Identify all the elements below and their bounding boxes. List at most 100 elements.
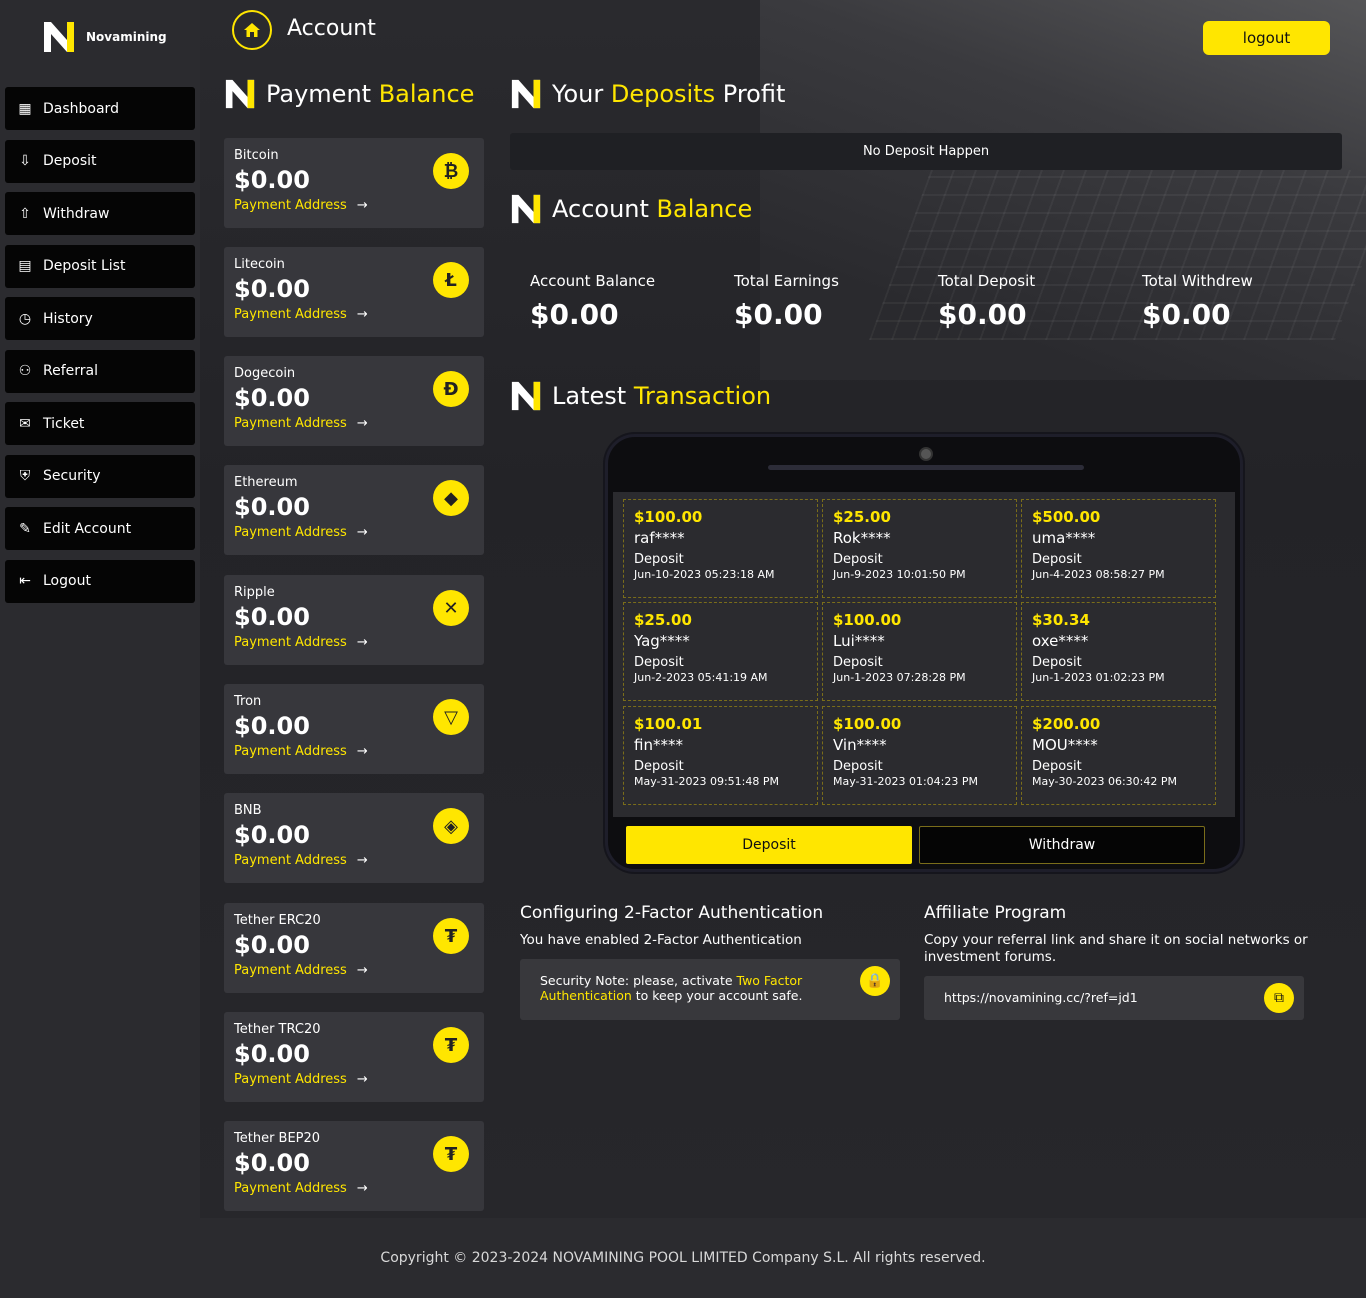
sidebar-item-security[interactable]: ⛨ Security: [5, 454, 195, 498]
tx-amount: $500.00: [1032, 508, 1101, 526]
tx-amount: $100.01: [634, 715, 703, 733]
payment-address-link[interactable]: Payment Address →: [234, 635, 474, 650]
title-highlight: Balance: [656, 195, 753, 223]
payment-address-link[interactable]: Payment Address →: [234, 744, 474, 759]
title-highlight: Deposits: [610, 80, 716, 108]
sidebar-item-referral[interactable]: ⚇ Referral: [5, 349, 195, 393]
sidebar-item-label: Security: [43, 468, 101, 484]
copyright-text: Copyright © 2023-2024 NOVAMINING POOL LI…: [380, 1250, 986, 1266]
payment-address-link[interactable]: Payment Address →: [234, 525, 474, 540]
payment-address-link[interactable]: Payment Address →: [234, 198, 474, 213]
stat-total-earnings: Total Earnings $0.00: [734, 272, 839, 331]
sidebar-item-deposit-list[interactable]: ▤ Deposit List: [5, 244, 195, 288]
sidebar-item-logout[interactable]: ⇤ Logout: [5, 559, 195, 603]
stat-value: $0.00: [938, 298, 1027, 331]
sidebar: Novamining ▦ Dashboard ⇩ Deposit ⇧ Withd…: [0, 0, 200, 1218]
sidebar-item-label: Ticket: [43, 415, 85, 432]
stat-value: $0.00: [1142, 298, 1231, 331]
coin-card-bnb: BNB $0.00 Payment Address → ◈: [224, 793, 484, 883]
copy-icon[interactable]: ⧉: [1264, 983, 1294, 1013]
bitcoin-icon: ₿: [433, 153, 469, 189]
coin-card-ripple: Ripple $0.00 Payment Address → ✕: [224, 575, 484, 665]
coin-card-bitcoin: Bitcoin $0.00 Payment Address → ₿: [224, 138, 484, 228]
payment-address-link[interactable]: Payment Address →: [234, 307, 474, 322]
title-highlight: Balance: [378, 80, 475, 108]
sidebar-item-deposit[interactable]: ⇩ Deposit: [5, 139, 195, 183]
edit-account-icon: ✎: [19, 520, 31, 537]
referral-icon: ⚇: [18, 363, 32, 379]
link-label: Payment Address: [234, 744, 347, 759]
stat-label: Account Balance: [530, 272, 656, 290]
withdraw-button[interactable]: Withdraw: [919, 826, 1205, 864]
title-highlight: Transaction: [633, 382, 772, 410]
transaction-card: $30.34 oxe**** Deposit Jun-1-2023 01:02:…: [1021, 602, 1216, 701]
tx-type: Deposit: [833, 655, 883, 670]
affiliate-title: Affiliate Program: [924, 903, 1067, 923]
tether-icon: ₮: [433, 918, 469, 954]
lock-icon[interactable]: 🔒: [860, 966, 890, 996]
link-label: Payment Address: [234, 635, 347, 650]
tablet-frame: $100.00 raf**** Deposit Jun-10-2023 05:2…: [605, 434, 1243, 872]
sidebar-item-withdraw[interactable]: ⇧ Withdraw: [5, 192, 195, 235]
deposit-button[interactable]: Deposit: [626, 826, 912, 864]
sidebar-item-label: History: [43, 310, 93, 327]
stat-account-balance: Account Balance $0.00: [530, 272, 655, 331]
arrow-right-icon: →: [356, 307, 368, 322]
tether-icon: ₮: [433, 1136, 469, 1172]
arrow-right-icon: →: [356, 198, 368, 213]
stat-value: $0.00: [734, 298, 823, 331]
referral-link-field[interactable]: https://novamining.cc/?ref=jd1 ⧉: [924, 976, 1304, 1020]
stat-label: Total Deposit: [938, 272, 1036, 290]
section-logo-icon: [510, 380, 542, 412]
home-button[interactable]: [232, 10, 272, 50]
coin-card-ethereum: Ethereum $0.00 Payment Address → ◆: [224, 465, 484, 555]
transaction-card: $100.00 Vin**** Deposit May-31-2023 01:0…: [822, 706, 1017, 805]
stat-total-deposit: Total Deposit $0.00: [938, 272, 1035, 331]
tx-amount: $100.00: [634, 508, 703, 526]
title-part: Your: [552, 80, 604, 108]
arrow-right-icon: →: [356, 744, 368, 759]
link-label: Payment Address: [234, 416, 347, 431]
tx-amount: $25.00: [634, 611, 692, 629]
link-label: Payment Address: [234, 198, 347, 213]
payment-address-link[interactable]: Payment Address →: [234, 1181, 474, 1196]
tx-amount: $30.34: [1032, 611, 1090, 629]
tx-user: Vin****: [833, 736, 887, 754]
tx-date: May-30-2023 06:30:42 PM: [1032, 775, 1177, 788]
referral-link: https://novamining.cc/?ref=jd1: [944, 990, 1138, 1005]
link-label: Payment Address: [234, 963, 347, 978]
sidebar-item-label: Deposit: [43, 153, 97, 169]
sidebar-item-label: Deposit List: [43, 258, 126, 274]
logout-button[interactable]: logout: [1203, 21, 1330, 55]
sidebar-item-history[interactable]: ◷ History: [5, 297, 195, 340]
brand[interactable]: Novamining: [42, 20, 167, 54]
payment-address-link[interactable]: Payment Address →: [234, 963, 474, 978]
arrow-right-icon: →: [356, 1072, 368, 1087]
deposits-profit-title: Your Deposits Profit: [510, 78, 785, 110]
two-factor-status: You have enabled 2-Factor Authentication: [520, 932, 802, 948]
brand-logo-icon: [42, 20, 76, 54]
sidebar-item-dashboard[interactable]: ▦ Dashboard: [5, 87, 195, 130]
tx-date: May-31-2023 01:04:23 PM: [833, 775, 978, 788]
sidebar-item-label: Logout: [43, 573, 91, 589]
tx-type: Deposit: [833, 759, 883, 774]
sidebar-item-ticket[interactable]: ✉ Ticket: [5, 402, 195, 445]
tx-user: uma****: [1032, 529, 1096, 547]
payment-address-link[interactable]: Payment Address →: [234, 416, 474, 431]
sidebar-item-label: Dashboard: [43, 100, 119, 117]
sidebar-item-label: Referral: [43, 363, 98, 379]
tx-type: Deposit: [634, 552, 684, 567]
sidebar-item-edit-account[interactable]: ✎ Edit Account: [5, 507, 195, 550]
brand-name: Novamining: [86, 30, 167, 44]
payment-address-link[interactable]: Payment Address →: [234, 1072, 474, 1087]
ethereum-icon: ◆: [433, 480, 469, 516]
tx-date: May-31-2023 09:51:48 PM: [634, 775, 779, 788]
tx-type: Deposit: [634, 759, 684, 774]
dogecoin-icon: Ð: [433, 371, 469, 407]
payment-address-link[interactable]: Payment Address →: [234, 853, 474, 868]
note-text: to keep your account safe.: [631, 988, 803, 1003]
ripple-icon: ✕: [433, 590, 469, 626]
tx-user: Yag****: [634, 632, 690, 650]
stat-value: $0.00: [530, 298, 619, 331]
transaction-card: $100.01 fin**** Deposit May-31-2023 09:5…: [623, 706, 818, 805]
